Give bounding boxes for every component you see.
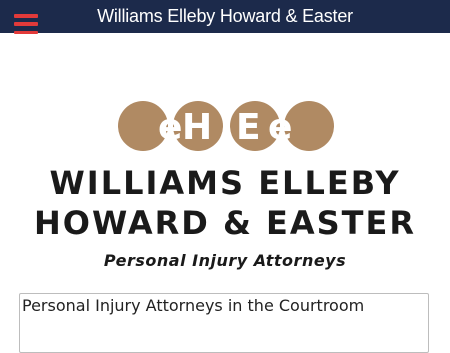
logo-initial: e	[268, 107, 291, 148]
firm-tagline: Personal Injury Attorneys	[103, 251, 347, 270]
logo-circle	[284, 101, 334, 151]
logo-initial: e	[158, 107, 181, 148]
menu-bar	[14, 14, 38, 18]
content-panel: Personal Injury Attorneys in the Courtro…	[19, 293, 429, 353]
site-title-link[interactable]: Williams Elleby Howard & Easter	[97, 6, 353, 26]
firm-name-line-1: WILLIAMS ELLEBY	[49, 164, 401, 202]
site-title: Williams Elleby Howard & Easter	[0, 0, 450, 33]
firm-name: WILLIAMS ELLEBY HOWARD & EASTER	[0, 163, 450, 243]
logo-initial: E	[236, 107, 259, 148]
logo-monogram-graphic: e H E e	[118, 101, 334, 151]
menu-bar	[14, 22, 38, 26]
menu-bar	[14, 30, 38, 34]
top-navigation-bar: Williams Elleby Howard & Easter	[0, 0, 450, 34]
hamburger-menu-icon[interactable]	[14, 14, 38, 34]
firm-name-line-2: HOWARD & EASTER	[34, 204, 416, 242]
content-heading: Personal Injury Attorneys in the Courtro…	[22, 296, 365, 315]
logo-initial: H	[182, 107, 210, 148]
firm-logo: e H E e	[118, 101, 334, 151]
